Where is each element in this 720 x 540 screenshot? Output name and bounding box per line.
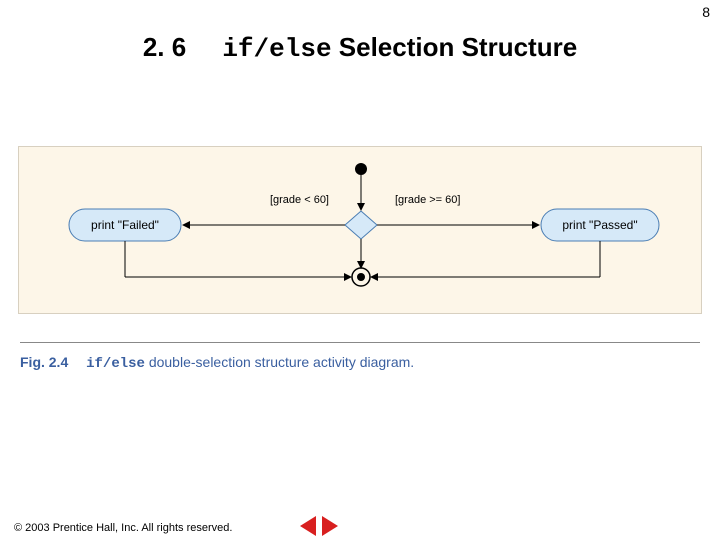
caption-rule xyxy=(20,342,700,343)
arrowhead-icon xyxy=(344,273,352,281)
next-slide-icon[interactable] xyxy=(322,516,338,536)
arrowhead-icon xyxy=(532,221,540,229)
guard-right: [grade >= 60] xyxy=(395,194,460,206)
caption-rest: double-selection structure activity diag… xyxy=(145,354,414,370)
action-right-label: print "Passed" xyxy=(562,218,637,232)
initial-node-icon xyxy=(355,163,367,175)
title-rest: Selection Structure xyxy=(332,32,578,62)
activity-diagram-svg: [grade < 60] [grade >= 60] print "Failed… xyxy=(19,147,703,315)
decision-node-icon xyxy=(345,211,377,239)
arrowhead-icon xyxy=(370,273,378,281)
final-node-inner-icon xyxy=(357,273,365,281)
footer-copyright: © 2003 Prentice Hall, Inc. All rights re… xyxy=(14,522,232,534)
title-code: if/else xyxy=(222,34,331,64)
action-left-label: print "Failed" xyxy=(91,218,159,232)
section-number: 2. 6 xyxy=(143,32,186,62)
figure-label: Fig. 2.4 xyxy=(20,354,68,370)
guard-left: [grade < 60] xyxy=(270,194,329,206)
arrowhead-icon xyxy=(182,221,190,229)
figure-caption: Fig. 2.4 if/else double-selection struct… xyxy=(20,354,414,372)
prev-slide-icon[interactable] xyxy=(300,516,316,536)
nav-arrows xyxy=(300,516,338,536)
caption-code: if/else xyxy=(86,356,145,372)
arrowhead-icon xyxy=(357,203,365,211)
page-number: 8 xyxy=(702,4,710,20)
slide-title: 2. 6 if/else Selection Structure xyxy=(0,32,720,64)
activity-diagram-panel: [grade < 60] [grade >= 60] print "Failed… xyxy=(18,146,702,314)
